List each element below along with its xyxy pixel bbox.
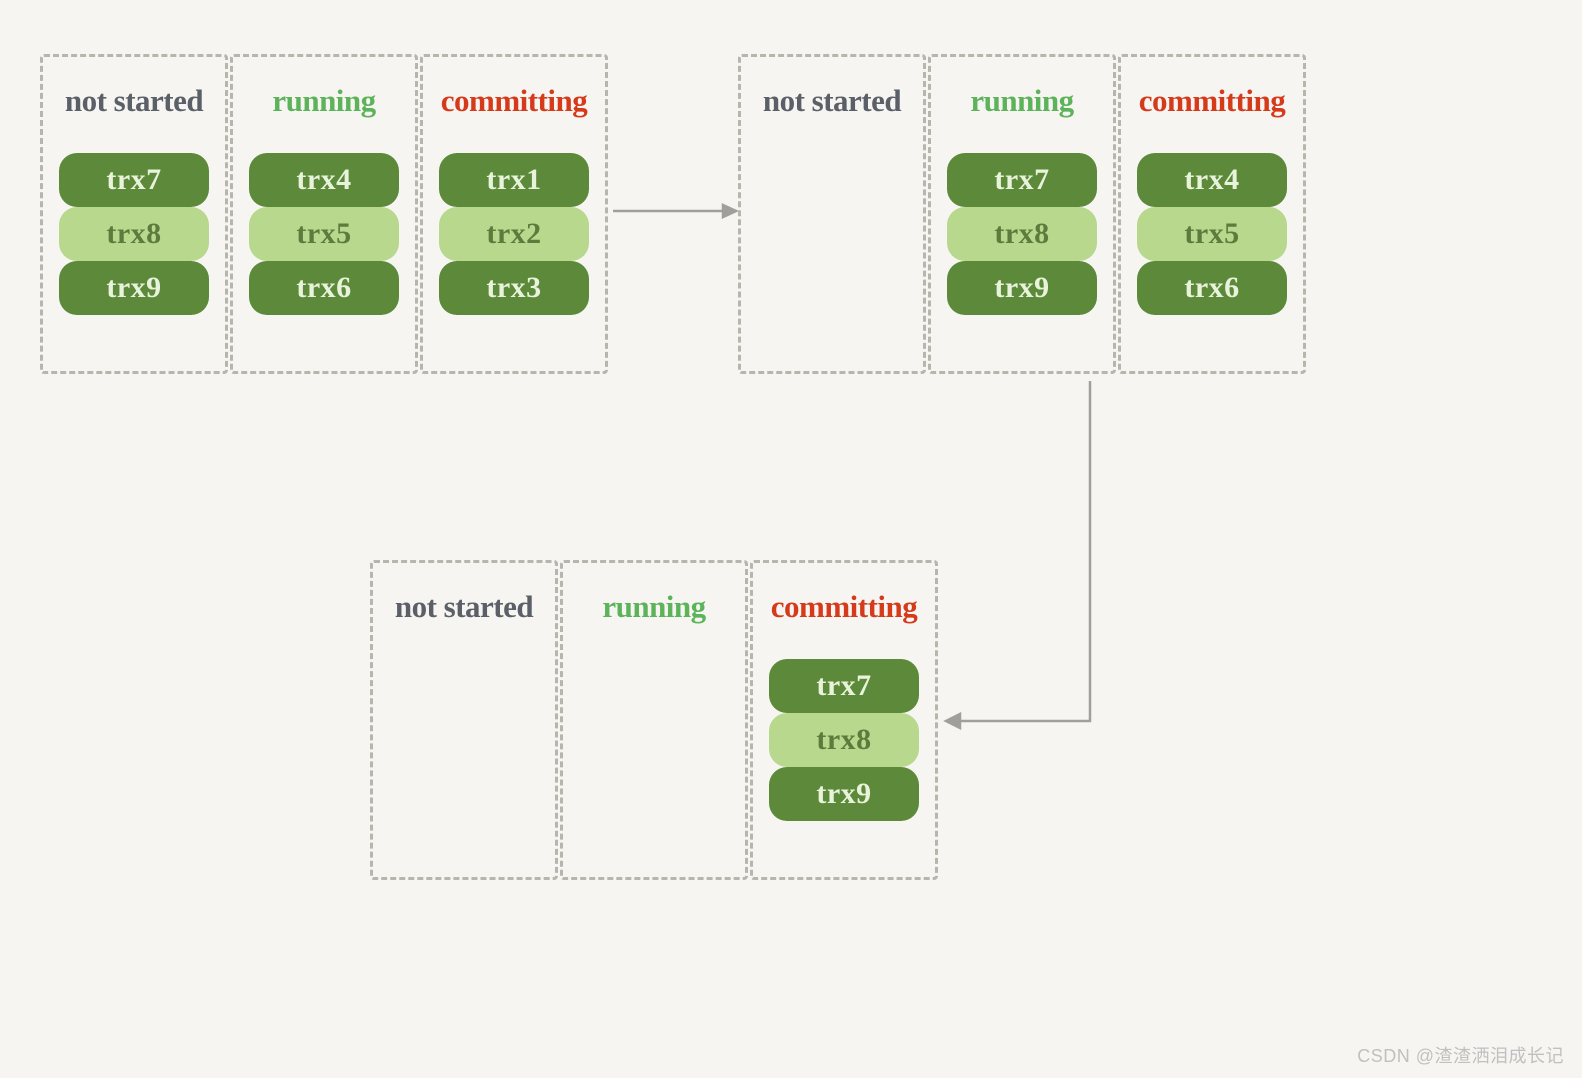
column-running: running [560, 560, 748, 880]
trx-pill: trx1 [439, 153, 589, 207]
trx-stack: trx1trx2trx3 [439, 153, 589, 315]
state-group-1: not startedtrx7trx8trx9runningtrx4trx5tr… [40, 54, 608, 374]
column-title-not_started: not started [65, 83, 203, 119]
trx-pill: trx4 [249, 153, 399, 207]
column-title-running: running [272, 83, 375, 119]
trx-pill: trx6 [1137, 261, 1287, 315]
trx-stack: trx7trx8trx9 [769, 659, 919, 821]
trx-pill: trx6 [249, 261, 399, 315]
column-title-committing: committing [441, 83, 588, 119]
column-committing: committing trx7trx8trx9 [750, 560, 938, 880]
state-group-3: not started running committing trx7trx8trx9 [370, 560, 938, 880]
trx-pill: trx7 [59, 153, 209, 207]
column-not_started: not started [370, 560, 558, 880]
column-committing: committing trx4trx5trx6 [1118, 54, 1306, 374]
column-running: running trx4trx5trx6 [230, 54, 418, 374]
trx-pill: trx7 [947, 153, 1097, 207]
column-not_started: not started [738, 54, 926, 374]
column-not_started: not started trx7trx8trx9 [40, 54, 228, 374]
trx-stack: trx7trx8trx9 [59, 153, 209, 315]
trx-pill: trx9 [769, 767, 919, 821]
column-title-running: running [602, 589, 705, 625]
state-group-2: not startedrunningtrx7trx8trx9committing… [738, 54, 1306, 374]
trx-pill: trx9 [947, 261, 1097, 315]
column-title-running: running [970, 83, 1073, 119]
trx-pill: trx4 [1137, 153, 1287, 207]
column-running: running trx7trx8trx9 [928, 54, 1116, 374]
trx-pill: trx8 [769, 713, 919, 767]
trx-pill: trx7 [769, 659, 919, 713]
trx-stack: trx4trx5trx6 [1137, 153, 1287, 315]
arrow-2-to-3 [940, 376, 1110, 746]
trx-pill: trx5 [249, 207, 399, 261]
column-title-committing: committing [771, 589, 918, 625]
trx-pill: trx3 [439, 261, 589, 315]
trx-pill: trx5 [1137, 207, 1287, 261]
trx-stack: trx7trx8trx9 [947, 153, 1097, 315]
column-committing: committing trx1trx2trx3 [420, 54, 608, 374]
trx-pill: trx8 [947, 207, 1097, 261]
arrow-1-to-2 [608, 196, 738, 226]
column-title-not_started: not started [763, 83, 901, 119]
trx-pill: trx8 [59, 207, 209, 261]
trx-stack: trx4trx5trx6 [249, 153, 399, 315]
trx-pill: trx9 [59, 261, 209, 315]
trx-pill: trx2 [439, 207, 589, 261]
column-title-not_started: not started [395, 589, 533, 625]
watermark: CSDN @渣渣洒泪成长记 [1357, 1042, 1564, 1068]
column-title-committing: committing [1139, 83, 1286, 119]
diagram-canvas: CSDN @渣渣洒泪成长记 not startedtrx7trx8trx9run… [0, 0, 1582, 1078]
